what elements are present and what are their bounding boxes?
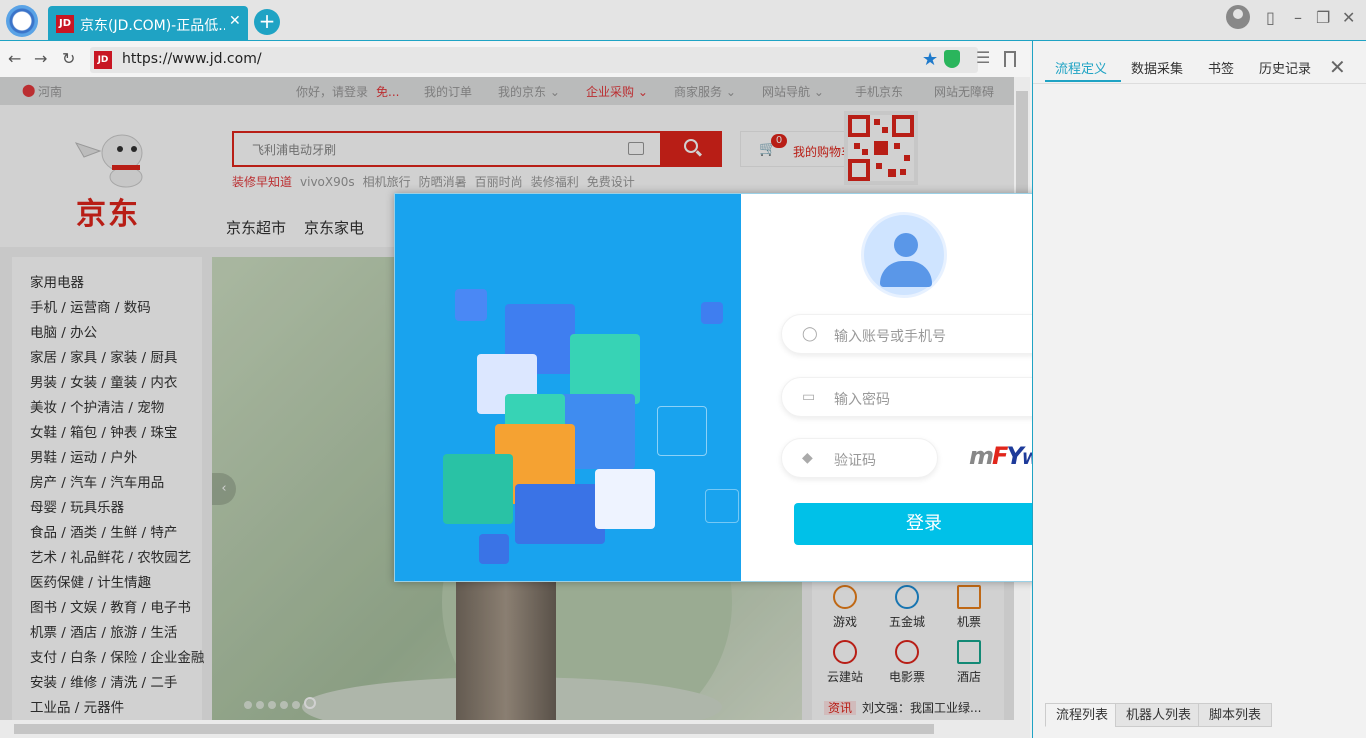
password-placeholder: 输入密码 <box>834 392 890 408</box>
close-window-icon[interactable]: ✕ <box>1342 8 1355 27</box>
divider <box>1033 83 1366 84</box>
url-text: https://www.jd.com/ <box>122 51 262 67</box>
user-avatar <box>861 212 947 298</box>
captcha-input[interactable]: ◆ 验证码 <box>781 438 938 478</box>
tab-script-list[interactable]: 脚本列表 <box>1198 703 1273 727</box>
forward-icon[interactable]: → <box>34 49 47 68</box>
password-input[interactable]: ▭ 输入密码 <box>781 377 1054 417</box>
active-tab-indicator <box>1045 80 1121 82</box>
tab-history[interactable]: 历史记录 <box>1259 58 1311 77</box>
bookmark-icon[interactable] <box>1004 51 1016 67</box>
address-bar: ← → ↻ JD https://www.jd.com/ ★ <box>0 41 1030 77</box>
account-placeholder: 输入账号或手机号 <box>834 329 946 345</box>
tab-flow-definition[interactable]: 流程定义 <box>1055 58 1107 77</box>
login-dialog: ✕ ◯ 输入账号或手机号 ▭ 输入密码 ◆ 验证码 mFYW 登录 <box>394 193 1080 582</box>
tab-robot-list[interactable]: 机器人列表 <box>1115 703 1203 727</box>
tab-bookmarks[interactable]: 书签 <box>1208 58 1234 77</box>
tab-data-collection[interactable]: 数据采集 <box>1131 58 1183 77</box>
shield-check-icon: ◆ <box>802 450 813 466</box>
back-icon[interactable]: ← <box>8 49 21 68</box>
login-button[interactable]: 登录 <box>794 503 1054 545</box>
automation-side-panel: 流程定义 数据采集 书签 历史记录 ✕ 流程列表 机器人列表 脚本列表 <box>1032 41 1366 738</box>
restore-icon[interactable]: ❐ <box>1316 8 1330 27</box>
login-illustration <box>395 194 741 581</box>
horizontal-scrollbar[interactable] <box>0 720 1030 738</box>
tab-title: 京东(JD.COM)-正品低... <box>80 18 225 34</box>
captcha-image[interactable]: mFYW <box>969 442 1039 476</box>
scroll-thumb[interactable] <box>14 724 934 734</box>
user-icon <box>894 233 918 257</box>
site-favicon-icon: JD <box>94 51 112 69</box>
close-panel-icon[interactable]: ✕ <box>1329 55 1346 79</box>
account-input[interactable]: ◯ 输入账号或手机号 <box>781 314 1054 354</box>
user-icon-body <box>880 261 932 287</box>
user-avatar-icon[interactable] <box>1226 5 1250 29</box>
browser-logo-icon[interactable] <box>6 5 38 37</box>
user-outline-icon: ◯ <box>802 326 818 342</box>
reload-icon[interactable]: ↻ <box>62 49 75 68</box>
tab-flow-list[interactable]: 流程列表 <box>1045 703 1120 727</box>
url-input[interactable]: JD https://www.jd.com/ ★ <box>90 47 978 73</box>
menu-icon[interactable]: ☰ <box>976 48 990 67</box>
lock-icon: ▭ <box>802 389 816 405</box>
star-icon[interactable]: ★ <box>922 49 938 70</box>
minimize-icon[interactable]: – <box>1294 8 1302 27</box>
browser-tab[interactable]: JD 京东(JD.COM)-正品低... ✕ <box>48 6 248 40</box>
title-bar: JD 京东(JD.COM)-正品低... ✕ + ▯ – ❐ ✕ <box>0 0 1366 41</box>
shield-icon[interactable] <box>944 50 960 68</box>
captcha-placeholder: 验证码 <box>834 453 876 469</box>
new-tab-button[interactable]: + <box>254 9 280 35</box>
tab-close-icon[interactable]: ✕ <box>229 13 241 29</box>
sidebar-toggle-icon[interactable]: ▯ <box>1266 8 1275 27</box>
jd-favicon-icon: JD <box>56 15 74 33</box>
